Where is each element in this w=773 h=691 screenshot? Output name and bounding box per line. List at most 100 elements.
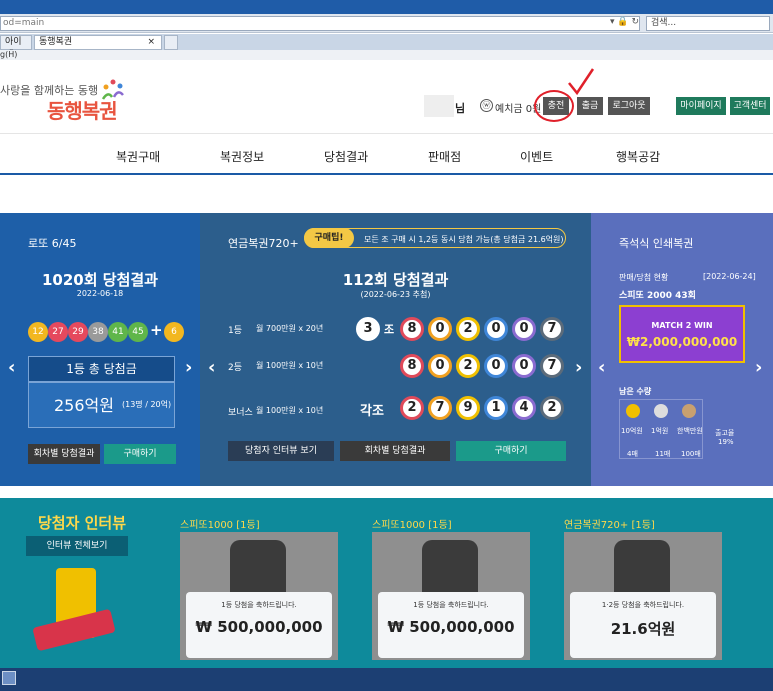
annotation-check-icon (568, 68, 595, 96)
nav-stores[interactable]: 판매점 (428, 148, 461, 165)
lotto-prev-arrow-icon[interactable]: ‹ (8, 357, 15, 378)
pension-date: (2022-06-23 추첨) (360, 290, 431, 299)
tab-label: 동행복권 (39, 37, 73, 47)
lotto-ball: 41 (108, 322, 128, 342)
story-message: 1·2등 당첨을 축하드립니다. (601, 601, 685, 609)
tab-active[interactable]: 동행복권 × (34, 35, 162, 50)
story-amount: ₩ 500,000,000 (387, 618, 515, 636)
story-card[interactable]: 1등 당첨을 축하드립니다. ₩ 500,000,000 (180, 532, 338, 660)
interview-view-button[interactable]: 당첨자 인터뷰 보기 (228, 441, 334, 461)
pension-panel: 연금복권720+ 구매팁! 모든 조 구매 시 1,2등 동시 당첨 가능(총 … (200, 213, 591, 486)
pension-digit: 2 (456, 354, 480, 378)
pension-digit: 8 (400, 354, 424, 378)
tip-badge: 구매팁! (304, 228, 354, 248)
count-col: 100매 (681, 450, 701, 458)
winner-photo (230, 540, 286, 598)
lotto-panel: 로또 6/45 1020회 당첨결과 2022-06-18 12 27 29 3… (0, 213, 200, 486)
prize-medal-icon (682, 404, 696, 418)
tab-previous[interactable]: 아이패... (0, 35, 32, 60)
url-field[interactable]: od=main (0, 16, 640, 31)
lotto-round: 1020회 당첨결과 (42, 271, 158, 289)
story-card[interactable]: 1등 당첨을 축하드립니다. ₩ 500,000,000 (372, 532, 530, 660)
bonus-digit: 4 (512, 396, 536, 420)
pension-results-button[interactable]: 회차별 당첨결과 (340, 441, 450, 461)
mypage-button[interactable]: 마이페이지 (676, 97, 726, 115)
new-tab-button[interactable] (164, 35, 178, 50)
winner-photo (422, 540, 478, 598)
lotto-prize-detail: (13명 / 20억) (122, 400, 172, 409)
jo-label: 조 (384, 323, 395, 336)
pension-prev-arrow-icon[interactable]: ‹ (208, 357, 215, 378)
lotto-ball: 45 (128, 322, 148, 342)
instant-prev-arrow-icon[interactable]: ‹ (598, 357, 605, 378)
lotto-date: 2022-06-18 (76, 289, 124, 298)
logout-button[interactable]: 로그아웃 (608, 97, 650, 115)
lotto-ball: 38 (88, 322, 108, 342)
instant-panel: 즉석식 인쇄복권 판매/당첨 현황 [2022-06-24] 스피또 2000 … (591, 213, 773, 486)
lotto-results-button[interactable]: 회차별 당첨결과 (28, 444, 100, 464)
rank1-label: 1등 (228, 326, 243, 336)
prize-board: 1등 당첨을 축하드립니다. ₩ 500,000,000 (378, 592, 524, 658)
winner-photo (614, 540, 670, 598)
nav-buy[interactable]: 복권구매 (116, 148, 160, 165)
start-icon[interactable] (2, 671, 16, 685)
instant-next-arrow-icon[interactable]: › (755, 357, 762, 378)
lotto-ball: 12 (28, 322, 48, 342)
status-date: [2022-06-24] (703, 272, 756, 281)
instant-banner[interactable]: MATCH 2 WIN ₩2,000,000,000 (619, 305, 745, 363)
menu-bar: g(H) (0, 50, 773, 60)
pension-digit: 0 (512, 354, 536, 378)
pension-digit: 0 (428, 354, 452, 378)
count-col: 11매 (655, 450, 671, 458)
lotto-ball: 29 (68, 322, 88, 342)
story-amount: 21.6억원 (610, 620, 676, 638)
rank1-group-ball: 3 (356, 317, 380, 341)
count-col: 4매 (627, 450, 638, 458)
banner-amount: ₩2,000,000,000 (626, 335, 738, 349)
nav-happy[interactable]: 행복공감 (616, 148, 660, 165)
nav-events[interactable]: 이벤트 (520, 148, 553, 165)
withdraw-button[interactable]: 출금 (577, 97, 603, 115)
interview-all-button[interactable]: 인터뷰 전체보기 (26, 536, 128, 556)
instant-game: 스피또 2000 43회 (619, 291, 696, 301)
pension-digit: 2 (456, 317, 480, 341)
pension-buy-button[interactable]: 구매하기 (456, 441, 566, 461)
menu-help[interactable]: g(H) (0, 50, 17, 59)
support-button[interactable]: 고객센터 (730, 97, 770, 115)
lotto-prize-label: 1등 총 당첨금 (28, 356, 175, 382)
bonus-digit: 2 (400, 396, 424, 420)
banner-title: MATCH 2 WIN (651, 321, 713, 330)
prize-col: 한백만원 (677, 427, 703, 435)
address-bar: od=main ▾ 🔒 ↻ 검색... (0, 14, 773, 33)
story-amount: ₩ 500,000,000 (195, 618, 323, 636)
close-icon[interactable]: × (147, 36, 155, 49)
story-label[interactable]: 스피또1000 [1등] (372, 516, 452, 531)
interview-title: 당첨자 인터뷰 (38, 514, 127, 532)
story-label[interactable]: 연금복권720+ [1등] (564, 516, 655, 531)
story-label[interactable]: 스피또1000 [1등] (180, 516, 260, 531)
bonus-digit: 9 (456, 396, 480, 420)
bonus-digit: 1 (484, 396, 508, 420)
refresh-lock-icons[interactable]: ▾ 🔒 ↻ (610, 17, 639, 27)
user-suffix: 님 (455, 102, 466, 115)
prize-col: 1억원 (651, 427, 669, 435)
nav-info[interactable]: 복권정보 (220, 148, 264, 165)
pension-digit: 8 (400, 317, 424, 341)
plus-icon: + (150, 321, 163, 339)
username-masked (424, 95, 454, 117)
pension-digit: 0 (428, 317, 452, 341)
pension-next-arrow-icon[interactable]: › (575, 357, 582, 378)
lotto-next-arrow-icon[interactable]: › (185, 357, 192, 378)
story-card[interactable]: 1·2등 당첨을 축하드립니다. 21.6억원 (564, 532, 722, 660)
pension-round: 112회 당첨결과 (342, 271, 449, 289)
lotto-ball: 27 (48, 322, 68, 342)
browser-search-field[interactable]: 검색... (646, 16, 770, 31)
nav-results[interactable]: 당첨결과 (324, 148, 368, 165)
pension-digit: 0 (484, 317, 508, 341)
tip-text: 모든 조 구매 시 1,2등 동시 당첨 가능(총 당첨금 21.6억원) (364, 235, 564, 244)
bonus-label: 보너스 (228, 408, 253, 418)
pension-digit: 7 (540, 317, 564, 341)
prize-medal-icon (626, 404, 640, 418)
lotto-buy-button[interactable]: 구매하기 (104, 444, 176, 464)
rank1-desc: 월 700만원 x 20년 (256, 324, 324, 333)
